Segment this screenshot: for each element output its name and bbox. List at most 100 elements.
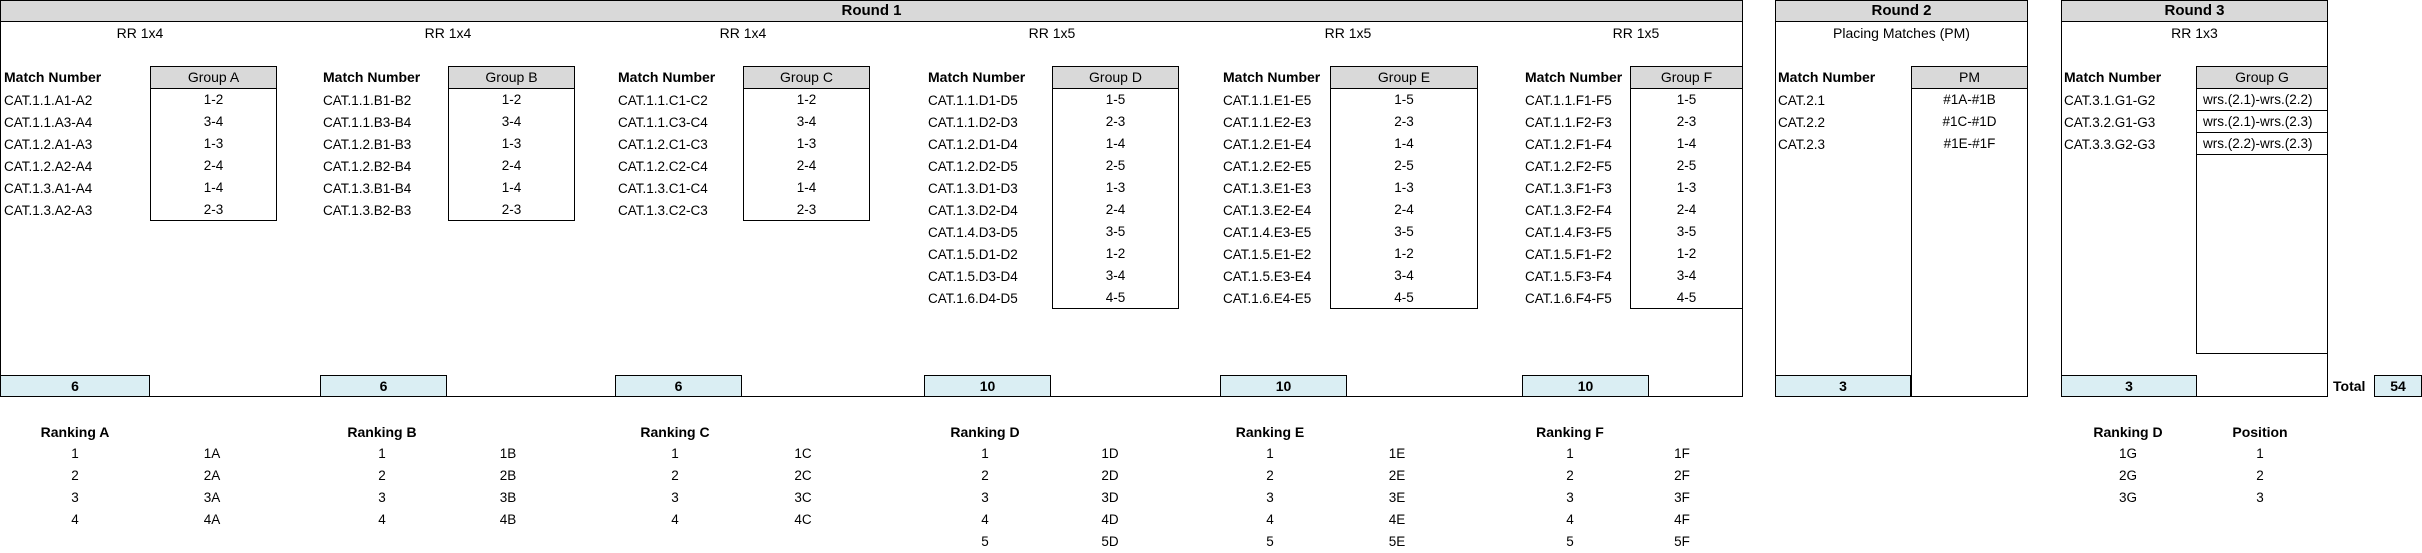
ranking-position: 1: [1266, 446, 1274, 461]
round2-match-list: CAT.2.1 CAT.2.2 CAT.2.3: [1778, 90, 1825, 156]
match-number: CAT.3.1.G1-G2: [2064, 93, 2156, 108]
pairing: 1-4: [1676, 136, 1697, 151]
match-number: CAT.1.4.F3-F5: [1525, 225, 1612, 240]
group-box: Group E 1-5 2-3 1-4 2-5 1-3 2-4 3-5 1-2 3-4 4-5: [1330, 66, 1478, 309]
group-header: Group F: [1631, 67, 1742, 89]
match-list: CAT.1.1.E1-E5 CAT.1.1.E2-E3 CAT.1.2.E1-E4 C…: [1223, 90, 1311, 310]
pairing: 2-3: [796, 202, 817, 217]
ranking-code: 3D: [1101, 490, 1119, 505]
ranking-title: Ranking E: [1235, 424, 1305, 440]
round2-title: Round 2: [1775, 0, 2028, 22]
pairing: 1-3: [501, 136, 522, 151]
pairing: 2-3: [1394, 114, 1414, 129]
pairing: 2-3: [203, 202, 224, 217]
match-number: CAT.1.1.D1-D5: [928, 93, 1018, 108]
ranking-code: 3E: [1388, 490, 1406, 505]
ranking-code: 4F: [1674, 512, 1690, 527]
ranking-position: 2: [1266, 468, 1274, 483]
total-label: Total: [2333, 378, 2366, 394]
ranking-code: 1B: [499, 446, 517, 461]
pairing: 1-3: [1676, 180, 1697, 195]
ranking-code: 4B: [499, 512, 517, 527]
group-box: Group A 1-2 3-4 1-3 2-4 1-4 2-3: [150, 66, 277, 221]
group-g-pairing: wrs.(2.1)-wrs.(2.3): [2197, 111, 2327, 133]
pairing: 1-3: [1394, 180, 1414, 195]
group-header: Group D: [1053, 67, 1178, 89]
ranking-code: 4A: [203, 512, 221, 527]
ranking-code: 5F: [1674, 534, 1690, 549]
group-match-count: 10: [924, 375, 1051, 397]
ranking-positions: 1 2 3 4 5: [1250, 443, 1290, 553]
group-match-count: 6: [0, 375, 150, 397]
ranking-title: Ranking D: [950, 424, 1020, 440]
ranking-positions: 1 2 3 4: [655, 443, 695, 531]
round3-format: RR 1x3: [2171, 25, 2218, 41]
pairing: 1-4: [203, 180, 224, 195]
pairing: 2-4: [1105, 202, 1126, 217]
ranking-codes: 1E 2E 3E 4E 5E: [1377, 443, 1417, 553]
ranking-codes: 1B 2B 3B 4B: [488, 443, 528, 531]
match-number: CAT.3.2.G1-G3: [2064, 115, 2156, 130]
ranking-position: 1: [671, 446, 679, 461]
pairing: 3-4: [796, 114, 817, 129]
match-number: CAT.1.1.B3-B4: [323, 115, 412, 130]
match-number: CAT.1.4.E3-E5: [1223, 225, 1312, 240]
ranking-position: 4: [981, 512, 989, 527]
ranking-position: 2: [2256, 468, 2264, 483]
ranking-position: 3: [378, 490, 386, 505]
ranking-codes: 1D 2D 3D 4D 5D: [1090, 443, 1130, 553]
match-list: CAT.1.1.A1-A2 CAT.1.1.A3-A4 CAT.1.2.A1-A3 C…: [4, 90, 92, 222]
match-number: CAT.1.3.A1-A4: [4, 181, 93, 196]
ranking-code: 4C: [794, 512, 812, 527]
pairing: 3-4: [501, 114, 522, 129]
pm-pairing: #1C-#1D: [1942, 114, 1997, 129]
ranking-code: 2D: [1101, 468, 1119, 483]
ranking-title: Ranking B: [347, 424, 417, 440]
ranking-codes: 1C 2C 3C 4C: [783, 443, 823, 531]
pm-header: PM: [1912, 67, 2027, 89]
group-g-pairing: wrs.(2.2)-wrs.(2.3): [2197, 133, 2327, 155]
ranking-position: 1: [378, 446, 386, 461]
match-number: CAT.3.3.G2-G3: [2064, 137, 2156, 152]
match-number: CAT.1.3.F2-F4: [1525, 203, 1612, 218]
pairing: 2-3: [1105, 114, 1126, 129]
group-g-header: Group G: [2197, 67, 2327, 89]
match-number: CAT.1.1.A3-A4: [4, 115, 93, 130]
match-number-header: Match Number: [4, 69, 102, 85]
pairing: 3-4: [1676, 268, 1697, 283]
match-number: CAT.1.1.D2-D3: [928, 115, 1018, 130]
group-format: RR 1x4: [424, 25, 472, 41]
ranking-position: 3: [71, 490, 79, 505]
pairing: 1-3: [1105, 180, 1126, 195]
ranking-code: 2C: [794, 468, 812, 483]
pairing: 1-2: [203, 92, 224, 107]
ranking-title: Ranking F: [1536, 424, 1604, 440]
match-number: CAT.1.2.C2-C4: [618, 159, 708, 174]
match-number: CAT.1.2.D2-D5: [928, 159, 1018, 174]
round2-subtitle: Placing Matches (PM): [1833, 25, 1970, 41]
match-number-header: Match Number: [323, 69, 421, 85]
ranking-position: 3: [1566, 490, 1574, 505]
match-number: CAT.2.1: [1778, 93, 1826, 108]
pairing: 2-5: [1394, 158, 1414, 173]
round3-match-list: CAT.3.1.G1-G2 CAT.3.2.G1-G3 CAT.3.3.G2-G…: [2064, 90, 2155, 156]
match-number: CAT.1.3.F1-F3: [1525, 181, 1612, 196]
ranking-code: 2B: [499, 468, 517, 483]
ranking-positions: 1 2 3 4 5: [1550, 443, 1590, 553]
match-number: CAT.1.3.A2-A3: [4, 203, 93, 218]
ranking-code: 2G: [2118, 468, 2137, 483]
pairing: 2-4: [1676, 202, 1697, 217]
pairing: 1-2: [1394, 246, 1414, 261]
match-number: CAT.1.3.B1-B4: [323, 181, 412, 196]
pairing: 1-3: [796, 136, 817, 151]
match-number: CAT.1.1.E2-E3: [1223, 115, 1312, 130]
ranking-positions: 1 2 3 4: [362, 443, 402, 531]
group-match-count: 6: [615, 375, 742, 397]
group-format: RR 1x5: [1612, 25, 1660, 41]
ranking-position: 5: [981, 534, 989, 549]
ranking-position: 5: [1566, 534, 1574, 549]
match-number: CAT.1.3.D1-D3: [928, 181, 1018, 196]
group-match-count: 6: [320, 375, 447, 397]
match-number: CAT.1.6.F4-F5: [1525, 291, 1612, 306]
ranking-position: 3: [671, 490, 679, 505]
